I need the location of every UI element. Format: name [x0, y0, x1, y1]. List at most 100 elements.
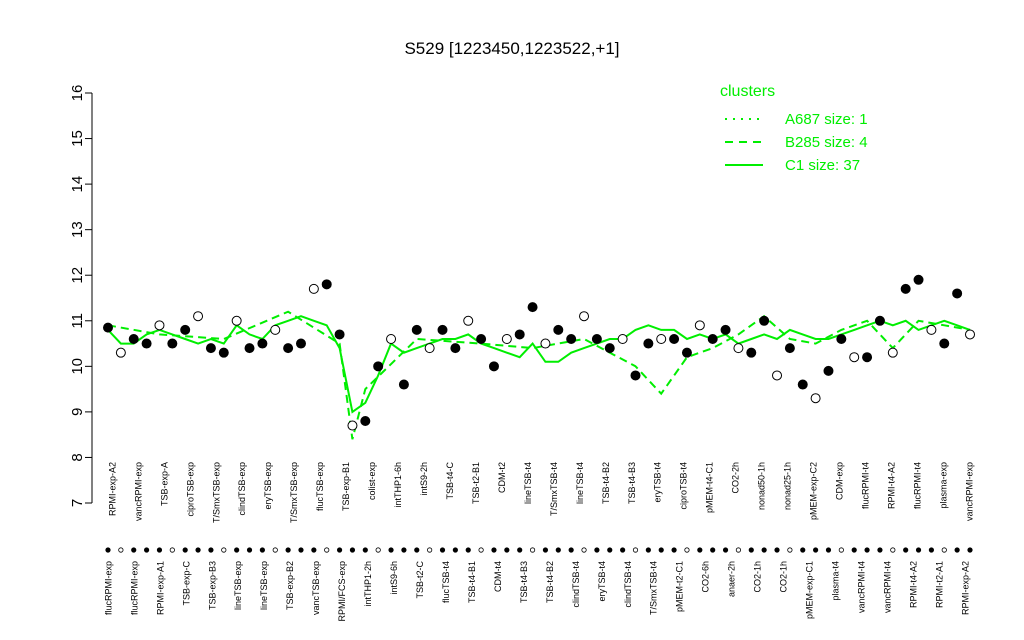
data-point [720, 324, 731, 335]
rug-mark [401, 547, 407, 553]
rug-mark [298, 547, 304, 553]
rug-mark [517, 547, 523, 553]
x-tick-label-top: nonad50-1h [757, 462, 767, 510]
y-tick-label: 14 [69, 176, 86, 193]
rug-mark [684, 547, 690, 553]
x-tick-label-bottom: RPMI-exp-A1 [155, 561, 165, 615]
data-point [373, 361, 384, 372]
x-tick-label-top: pMEM-t4-C1 [705, 462, 715, 513]
rug-mark [697, 547, 703, 553]
rug-mark [504, 547, 510, 553]
rug-mark [388, 547, 394, 553]
y-tick-label: 15 [69, 130, 86, 147]
x-tick-label-top: vancRPMI-exp [964, 462, 974, 521]
rug-mark [748, 547, 754, 553]
data-point [836, 334, 847, 344]
rug-mark [105, 547, 111, 553]
rug-mark [710, 547, 716, 553]
x-tick-label-top: TSB-t4-B3 [627, 462, 637, 504]
y-tick-label: 10 [69, 358, 86, 375]
rug-mark [890, 547, 896, 553]
data-point [656, 334, 667, 344]
rug-mark [285, 547, 291, 553]
x-tick-label-bottom: CO2-1h [779, 561, 789, 593]
data-point [424, 343, 435, 354]
x-tick-label-bottom: intS9-6h [389, 561, 399, 595]
data-point [437, 324, 448, 335]
rug-mark [568, 547, 574, 553]
x-tick-label-bottom: flucRPMI-exp [103, 561, 113, 615]
data-point [115, 347, 126, 358]
x-tick-label-top: vancRPMI-exp [133, 462, 143, 521]
x-tick-label-bottom: TSB-t4-B1 [467, 561, 477, 603]
rug-mark [813, 547, 819, 553]
x-tick-label-top: nonad25-1h [783, 462, 793, 510]
rug-mark [414, 547, 420, 553]
rug-mark [825, 547, 832, 553]
x-tick-label-bottom: RPMI-t2-A1 [934, 561, 944, 608]
rug-mark [156, 547, 163, 553]
data-point [772, 370, 783, 381]
series-layer [107, 310, 971, 440]
data-point [231, 315, 242, 326]
data-point [398, 379, 409, 390]
rug-mark [877, 547, 883, 553]
x-tick-label-top: eryTSB-t4 [653, 462, 663, 503]
data-point [347, 420, 358, 431]
rug-mark [311, 547, 317, 553]
rug-mark [143, 547, 150, 553]
x-tick-label-top: T/SmxTSB-exp [289, 462, 299, 523]
data-point [681, 347, 692, 358]
data-point [553, 324, 564, 335]
x-tick-label-bottom: TSB-t4-B3 [519, 561, 529, 603]
series-line-dashed [107, 310, 971, 440]
data-point [103, 322, 113, 333]
rug-mark [234, 547, 240, 553]
rug-mark [478, 547, 484, 553]
rug-mark [967, 547, 973, 553]
data-point [257, 338, 268, 349]
y-tick-label: 16 [69, 85, 86, 102]
x-tick-label-top: TSB-exp-A [159, 462, 169, 506]
rug-mark [954, 547, 960, 553]
rug-mark [903, 547, 909, 553]
rug-mark [838, 547, 844, 553]
rug-mark [800, 547, 806, 553]
rug-mark [272, 547, 278, 553]
data-point [128, 334, 139, 344]
data-point [476, 334, 487, 344]
x-tick-label-bottom: TSB-exp-B3 [207, 561, 217, 610]
rug-mark [491, 547, 497, 553]
x-tick-label-bottom: TSB-exp-C [181, 561, 191, 606]
legend-label: A687 size: 1 [785, 111, 868, 128]
rug-mark [542, 547, 549, 553]
x-tick-label-top: pMEM-exp-C2 [809, 462, 819, 520]
data-point [874, 315, 885, 326]
data-point [141, 338, 152, 349]
y-tick-label: 12 [69, 267, 86, 284]
chart: S529 [1223450,1223522,+1] 7 8 9 10 11 12 13 14 1… [69, 39, 975, 622]
data-point [759, 315, 770, 326]
x-tick-label-top: TSB-t4-C [445, 462, 455, 500]
data-point [514, 329, 525, 340]
data-point [411, 324, 422, 335]
data-point [295, 338, 306, 349]
x-tick-label-bottom: vancRPMI-t4 [856, 561, 866, 613]
data-point [617, 334, 628, 344]
x-tick-label-top: ciproTSB-t4 [679, 462, 689, 510]
rug-mark [774, 547, 780, 553]
x-tick-label-top: flucRPMI-t4 [860, 462, 870, 509]
data-point [707, 334, 718, 344]
x-tick-label-top: intTHP1-6h [393, 462, 403, 508]
x-tick-label-top: TSB-t2-B1 [471, 462, 481, 504]
x-tick-label-bottom: lineTSB-exp [259, 561, 269, 610]
x-tick-label-top: plasma-exp [938, 462, 948, 509]
data-point [823, 365, 834, 376]
rug-mark [851, 547, 857, 553]
rug-mark [555, 547, 561, 553]
data-point [797, 379, 808, 390]
rug-mark [735, 547, 742, 553]
rug-mark [620, 547, 626, 553]
x-tick-label-top: CO2-2h [731, 462, 741, 494]
x-tick-label-top: T/SmxTSB-t4 [549, 462, 559, 516]
